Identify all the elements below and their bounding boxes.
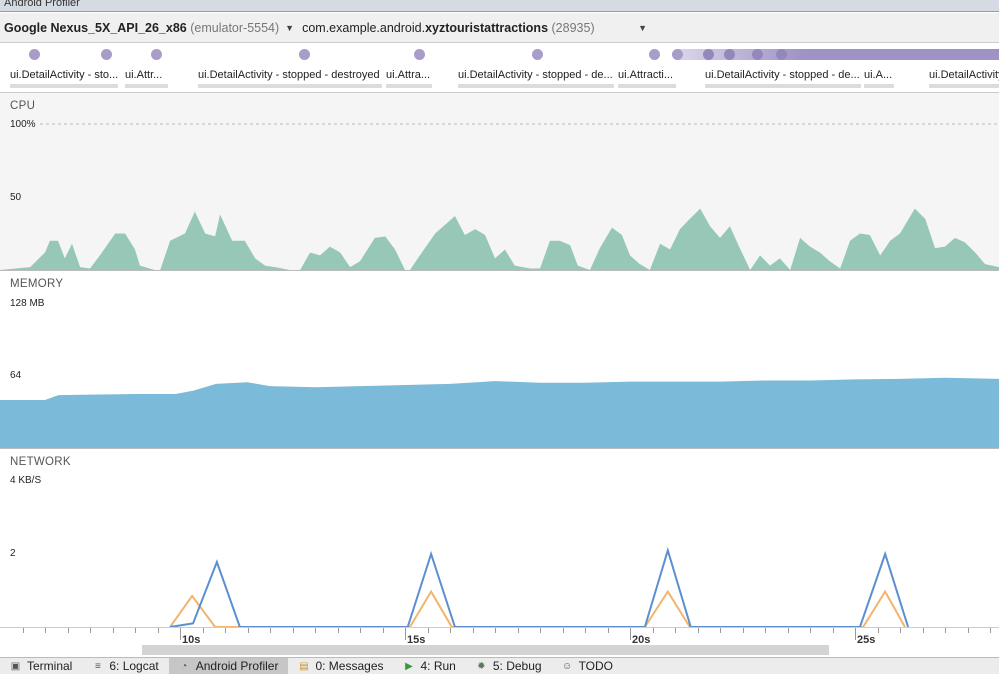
time-tick (608, 628, 609, 633)
time-tick (788, 628, 789, 633)
time-tick (720, 628, 721, 633)
time-tick (630, 628, 631, 640)
time-tick (180, 628, 181, 640)
terminal-icon: ▣ (10, 660, 21, 672)
time-tick (293, 628, 294, 633)
time-label: 15s (407, 634, 426, 646)
time-tick (203, 628, 204, 633)
logcat-icon: ≡ (94, 660, 101, 672)
time-tick (945, 628, 946, 633)
time-tick (360, 628, 361, 633)
tab-todo[interactable]: ☺ TODO (552, 658, 623, 674)
time-tick (315, 628, 316, 633)
profiler-charts (0, 123, 999, 627)
time-tick (113, 628, 114, 633)
tab-label: 0: Messages (315, 659, 384, 673)
tab-messages[interactable]: ▤ 0: Messages (288, 658, 393, 674)
time-tick (23, 628, 24, 633)
cpu-usage-area (0, 208, 999, 270)
time-tick (855, 628, 856, 640)
time-tick (653, 628, 654, 633)
tab-label: Android Profiler (195, 659, 279, 673)
time-tick (495, 628, 496, 633)
time-tick (135, 628, 136, 633)
time-tick (743, 628, 744, 633)
time-tick (473, 628, 474, 633)
network-sent-line (169, 589, 906, 627)
tab-label: Terminal (27, 659, 73, 673)
tab-debug[interactable]: ✹ 5: Debug (466, 658, 552, 674)
time-tick (68, 628, 69, 633)
time-tick (540, 628, 541, 633)
time-tick (878, 628, 879, 633)
time-tick (428, 628, 429, 633)
profiler-icon: ◔ (181, 660, 188, 672)
tab-run[interactable]: ▶ 4: Run (394, 658, 466, 674)
time-label: 10s (182, 634, 201, 646)
time-tick (585, 628, 586, 633)
timeline-scrollbar[interactable] (142, 645, 829, 655)
time-tick (518, 628, 519, 633)
time-tick (923, 628, 924, 633)
time-tick (383, 628, 384, 633)
time-tick (45, 628, 46, 633)
memory-usage-area (0, 377, 999, 448)
tab-android-profiler[interactable]: ◔ Android Profiler (168, 658, 289, 674)
time-tick (698, 628, 699, 633)
time-tick (990, 628, 991, 633)
time-tick (765, 628, 766, 633)
run-icon: ▶ (405, 660, 413, 672)
tab-label: 4: Run (420, 659, 456, 673)
tab-terminal[interactable]: ▣ Terminal (0, 658, 82, 674)
bottom-tool-tabs: ▣ Terminal ≡ 6: Logcat ◔ Android Profiler ▤ 0: … (0, 657, 999, 674)
time-tick (810, 628, 811, 633)
time-tick (338, 628, 339, 633)
debug-icon: ✹ (477, 660, 486, 672)
time-tick (675, 628, 676, 633)
todo-icon: ☺ (561, 660, 573, 672)
tab-label: 5: Debug (492, 659, 542, 673)
time-tick (900, 628, 901, 633)
time-tick (158, 628, 159, 633)
time-tick (248, 628, 249, 633)
network-received-line (169, 546, 910, 627)
time-tick (270, 628, 271, 633)
tab-logcat[interactable]: ≡ 6: Logcat (82, 658, 168, 674)
messages-icon: ▤ (299, 660, 309, 672)
tab-label: TODO (578, 659, 614, 673)
time-axis: 10s 15s 20s 25s (0, 627, 999, 657)
tab-label: 6: Logcat (109, 659, 159, 673)
time-label: 25s (857, 634, 876, 646)
time-tick (405, 628, 406, 640)
time-tick (968, 628, 969, 633)
time-tick (833, 628, 834, 633)
time-label: 20s (632, 634, 651, 646)
time-tick (450, 628, 451, 633)
time-tick (225, 628, 226, 633)
time-tick (90, 628, 91, 633)
time-tick (563, 628, 564, 633)
